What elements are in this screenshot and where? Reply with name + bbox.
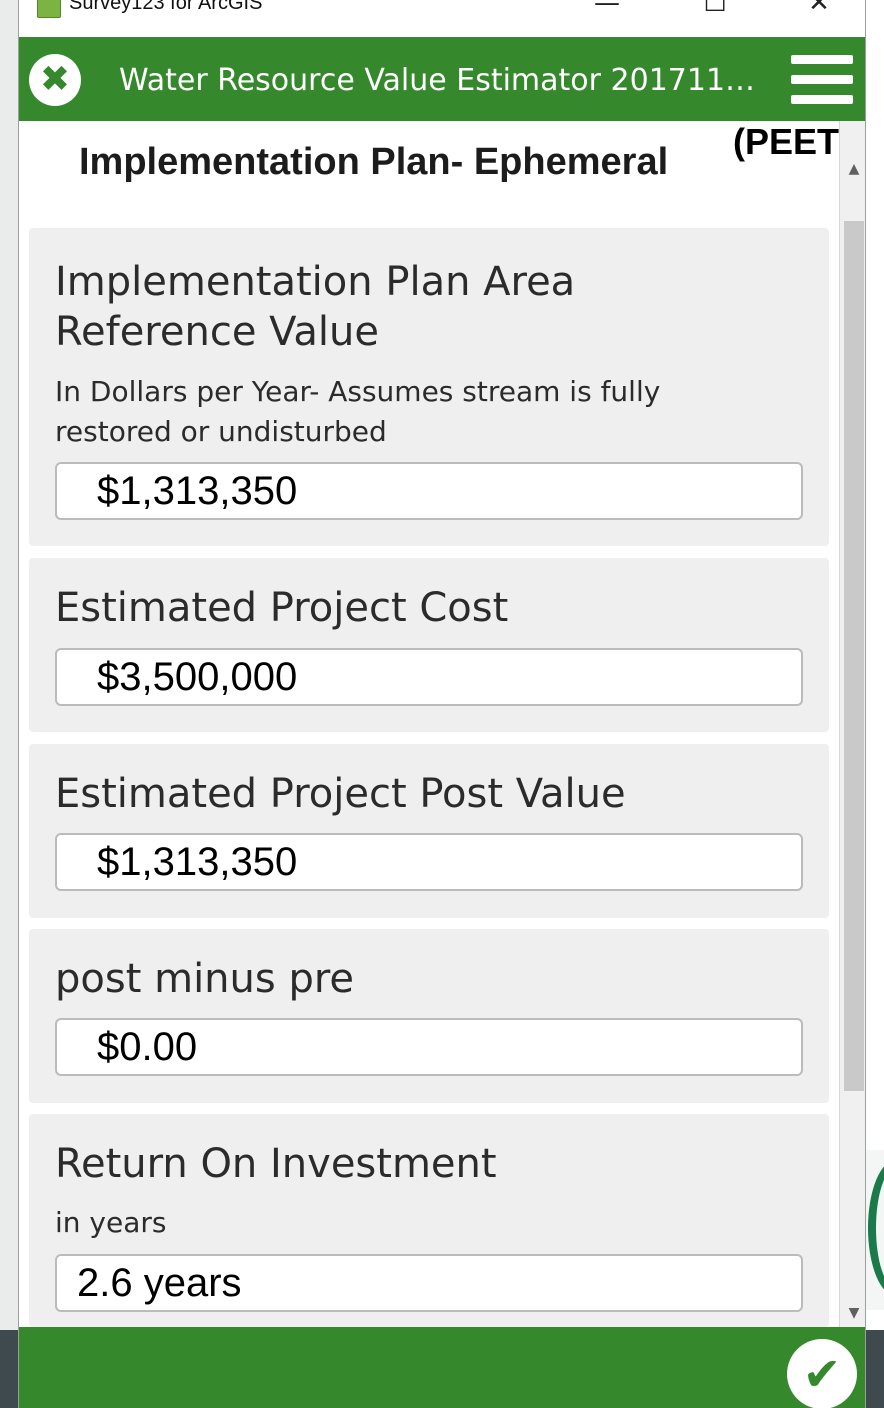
desktop-background-logo xyxy=(866,1150,884,1310)
close-survey-button[interactable]: ✖ xyxy=(29,54,81,106)
question-post-minus-pre: post minus pre $0.00 xyxy=(29,929,829,1103)
survey-form: Implementation Plan- Ephemeral (PEET) Im… xyxy=(19,121,839,1327)
project-post-value-field[interactable]: $1,313,350 xyxy=(55,833,803,891)
section-title: Implementation Plan- Ephemeral xyxy=(79,141,669,183)
minimize-button[interactable]: — xyxy=(587,0,627,18)
question-label: Implementation Plan Area xyxy=(55,259,576,305)
question-project-cost: Estimated Project Cost $3,500,000 xyxy=(29,558,829,732)
question-project-post-value: Estimated Project Post Value $1,313,350 xyxy=(29,744,829,918)
survey-title: Water Resource Value Estimator 201711… xyxy=(119,63,756,98)
scroll-up-icon[interactable]: ▲ xyxy=(844,159,864,179)
window-close-button[interactable]: ✕ xyxy=(799,0,839,18)
post-minus-pre-field[interactable]: $0.00 xyxy=(55,1018,803,1076)
question-label: Return On Investment xyxy=(55,1141,497,1187)
reference-value-field[interactable]: $1,313,350 xyxy=(55,462,803,520)
question-label: post minus pre xyxy=(55,956,355,1002)
question-return-on-investment: Return On Investment in years 2.6 years xyxy=(29,1114,829,1327)
survey-header: ✖ Water Resource Value Estimator 201711… xyxy=(19,37,865,121)
question-hint: in years xyxy=(55,1206,167,1239)
question-hint: In Dollars per Year- Assumes stream is f… xyxy=(55,375,661,408)
desktop-taskbar-left xyxy=(0,1330,18,1408)
section-overflow-label: (PEET) xyxy=(733,121,839,162)
app-window: Survey123 for ArcGIS — ☐ ✕ ✖ Water Resou… xyxy=(18,0,866,1408)
vertical-scrollbar[interactable]: ▲ ▼ xyxy=(839,121,865,1327)
submit-check-button[interactable]: ✔ xyxy=(787,1339,857,1408)
window-titlebar: Survey123 for ArcGIS — ☐ ✕ xyxy=(19,0,865,36)
window-title: Survey123 for ArcGIS xyxy=(69,0,263,14)
question-label: Estimated Project Post Value xyxy=(55,771,626,817)
question-label: Reference Value xyxy=(55,309,379,355)
project-cost-field[interactable]: $3,500,000 xyxy=(55,648,803,706)
survey-footer: ✔ xyxy=(19,1327,865,1408)
return-on-investment-field[interactable]: 2.6 years xyxy=(55,1254,803,1312)
question-reference-value: Implementation Plan Area Reference Value… xyxy=(29,228,829,546)
maximize-button[interactable]: ☐ xyxy=(695,0,735,18)
desktop-background-left xyxy=(0,0,18,1408)
scrollbar-thumb[interactable] xyxy=(844,221,864,1091)
question-hint: restored or undisturbed xyxy=(55,415,387,448)
desktop-taskbar-right xyxy=(866,1330,884,1408)
hamburger-menu-icon[interactable] xyxy=(791,55,853,105)
scroll-down-icon[interactable]: ▼ xyxy=(844,1303,864,1323)
survey123-app-icon xyxy=(37,0,61,18)
question-label: Estimated Project Cost xyxy=(55,585,509,631)
